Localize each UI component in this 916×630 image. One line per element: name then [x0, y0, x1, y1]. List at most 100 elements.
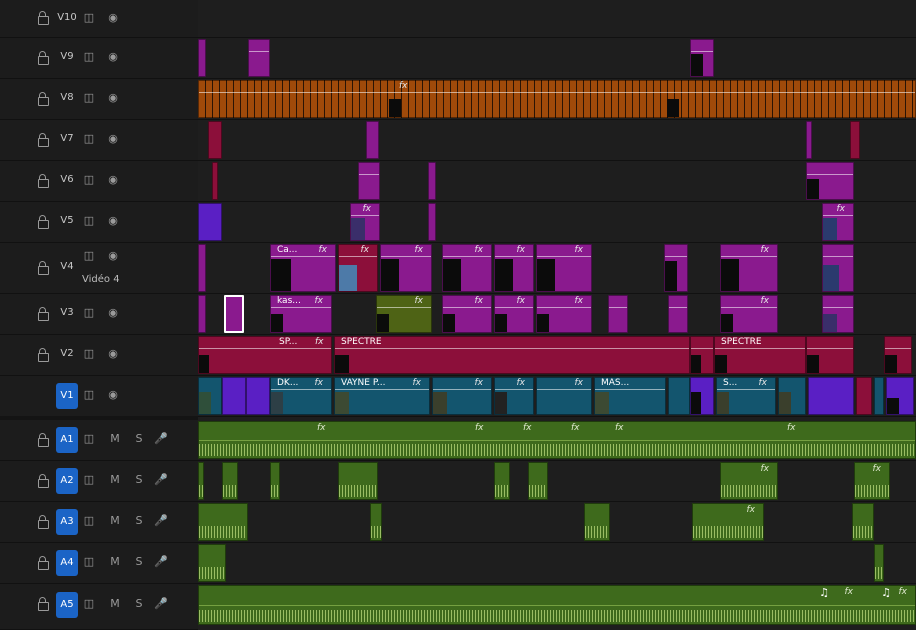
- mute-button[interactable]: M: [104, 555, 126, 569]
- video-clip[interactable]: fx: [822, 203, 854, 241]
- video-clip[interactable]: [690, 39, 714, 77]
- eye-icon[interactable]: ◉: [102, 132, 124, 146]
- lock-icon[interactable]: [38, 261, 49, 275]
- video-clip-spectre[interactable]: SPECTRE: [334, 336, 690, 374]
- video-clip[interactable]: [208, 121, 222, 159]
- video-clip[interactable]: [874, 377, 884, 415]
- video-clip-sp[interactable]: SP... fx: [198, 336, 332, 374]
- film-icon[interactable]: ◫: [78, 306, 100, 320]
- solo-button[interactable]: S: [128, 555, 150, 569]
- lane-a2[interactable]: [198, 461, 916, 502]
- video-clip[interactable]: [886, 377, 914, 415]
- video-clip[interactable]: [778, 377, 806, 415]
- video-clip[interactable]: [358, 162, 380, 200]
- microphone-icon[interactable]: 🎤: [150, 473, 172, 487]
- microphone-icon[interactable]: 🎤: [150, 597, 172, 611]
- video-clip[interactable]: [246, 377, 270, 415]
- lock-icon[interactable]: [38, 433, 49, 447]
- video-clip[interactable]: [212, 162, 218, 200]
- lock-icon[interactable]: [38, 597, 49, 611]
- lock-icon[interactable]: [38, 133, 49, 147]
- audio-clip[interactable]: [584, 503, 610, 541]
- audio-clip[interactable]: [852, 503, 874, 541]
- track-label-v2[interactable]: V2: [54, 348, 80, 359]
- video-clip[interactable]: [822, 295, 854, 333]
- track-label-v3[interactable]: V3: [54, 307, 80, 318]
- audio-clip[interactable]: [338, 462, 378, 500]
- lane-v5[interactable]: [198, 202, 916, 243]
- mute-button[interactable]: M: [104, 597, 126, 611]
- video-clip[interactable]: [198, 244, 206, 292]
- audio-clip[interactable]: [270, 462, 280, 500]
- lock-icon[interactable]: [38, 174, 49, 188]
- video-clip[interactable]: [668, 295, 688, 333]
- solo-button[interactable]: S: [128, 514, 150, 528]
- track-label-a2[interactable]: A2: [56, 468, 78, 494]
- lock-icon[interactable]: [38, 11, 49, 25]
- audio-clip[interactable]: [198, 462, 204, 500]
- video-clip[interactable]: [856, 377, 872, 415]
- lock-icon[interactable]: [38, 51, 49, 65]
- track-label-v1[interactable]: V1: [56, 383, 78, 409]
- film-icon[interactable]: ◫: [78, 91, 100, 105]
- video-clip[interactable]: fx: [442, 244, 492, 292]
- lane-v10[interactable]: [198, 0, 916, 38]
- video-clip[interactable]: [806, 121, 812, 159]
- audio-clip-strip[interactable]: fx fx fx fx fx fx: [198, 421, 916, 459]
- lock-icon[interactable]: [38, 556, 49, 570]
- eye-icon[interactable]: ◉: [102, 388, 124, 402]
- mute-button[interactable]: M: [104, 514, 126, 528]
- video-clip[interactable]: [198, 39, 206, 77]
- film-icon[interactable]: ◫: [78, 555, 100, 569]
- eye-icon[interactable]: ◉: [102, 173, 124, 187]
- eye-icon[interactable]: ◉: [102, 11, 124, 25]
- video-clip-vayne[interactable]: VAYNE P... fx: [334, 377, 430, 415]
- audio-clip[interactable]: [222, 462, 238, 500]
- eye-icon[interactable]: ◉: [102, 91, 124, 105]
- film-icon[interactable]: ◫: [78, 347, 100, 361]
- video-clip[interactable]: fx: [494, 295, 534, 333]
- video-clip[interactable]: fx: [338, 244, 378, 292]
- audio-clip[interactable]: [198, 544, 226, 582]
- video-clip-spectre-2[interactable]: SPECTRE: [714, 336, 806, 374]
- video-clip[interactable]: fx: [536, 244, 592, 292]
- track-label-v10[interactable]: V10: [54, 12, 80, 23]
- video-clip[interactable]: [822, 244, 854, 292]
- video-clip-mas[interactable]: MAS...: [594, 377, 666, 415]
- track-label-v8[interactable]: V8: [54, 92, 80, 103]
- mute-button[interactable]: M: [104, 432, 126, 446]
- video-clip[interactable]: [198, 203, 222, 241]
- video-clip[interactable]: [690, 336, 714, 374]
- lock-icon[interactable]: [38, 515, 49, 529]
- eye-icon[interactable]: ◉: [102, 50, 124, 64]
- video-clip[interactable]: [884, 336, 912, 374]
- video-clip[interactable]: [428, 162, 436, 200]
- film-icon[interactable]: ◫: [78, 473, 100, 487]
- video-clip[interactable]: [248, 39, 270, 77]
- track-label-v9[interactable]: V9: [54, 51, 80, 62]
- video-clip[interactable]: [690, 377, 714, 415]
- video-clip[interactable]: fx: [442, 295, 492, 333]
- video-clip[interactable]: fx: [536, 377, 592, 415]
- eye-icon[interactable]: ◉: [102, 306, 124, 320]
- film-icon[interactable]: ◫: [78, 132, 100, 146]
- track-label-a3[interactable]: A3: [56, 509, 78, 535]
- video-clip-dk[interactable]: DK... fx: [270, 377, 332, 415]
- track-label-v7[interactable]: V7: [54, 133, 80, 144]
- track-label-a1[interactable]: A1: [56, 427, 78, 453]
- eye-icon[interactable]: ◉: [102, 214, 124, 228]
- video-clip[interactable]: [428, 203, 436, 241]
- video-clip[interactable]: [198, 295, 206, 333]
- video-clip[interactable]: [808, 377, 854, 415]
- selected-video-clip[interactable]: [224, 295, 244, 333]
- track-label-v6[interactable]: V6: [54, 174, 80, 185]
- track-label-v5[interactable]: V5: [54, 215, 80, 226]
- video-clip-strip[interactable]: fx: [198, 80, 916, 118]
- film-icon[interactable]: ◫: [78, 214, 100, 228]
- eye-icon[interactable]: ◉: [102, 249, 124, 263]
- audio-clip[interactable]: [874, 544, 884, 582]
- video-clip[interactable]: fx: [536, 295, 592, 333]
- video-clip[interactable]: [668, 377, 690, 415]
- video-clip[interactable]: [664, 244, 688, 292]
- lane-a3[interactable]: [198, 502, 916, 543]
